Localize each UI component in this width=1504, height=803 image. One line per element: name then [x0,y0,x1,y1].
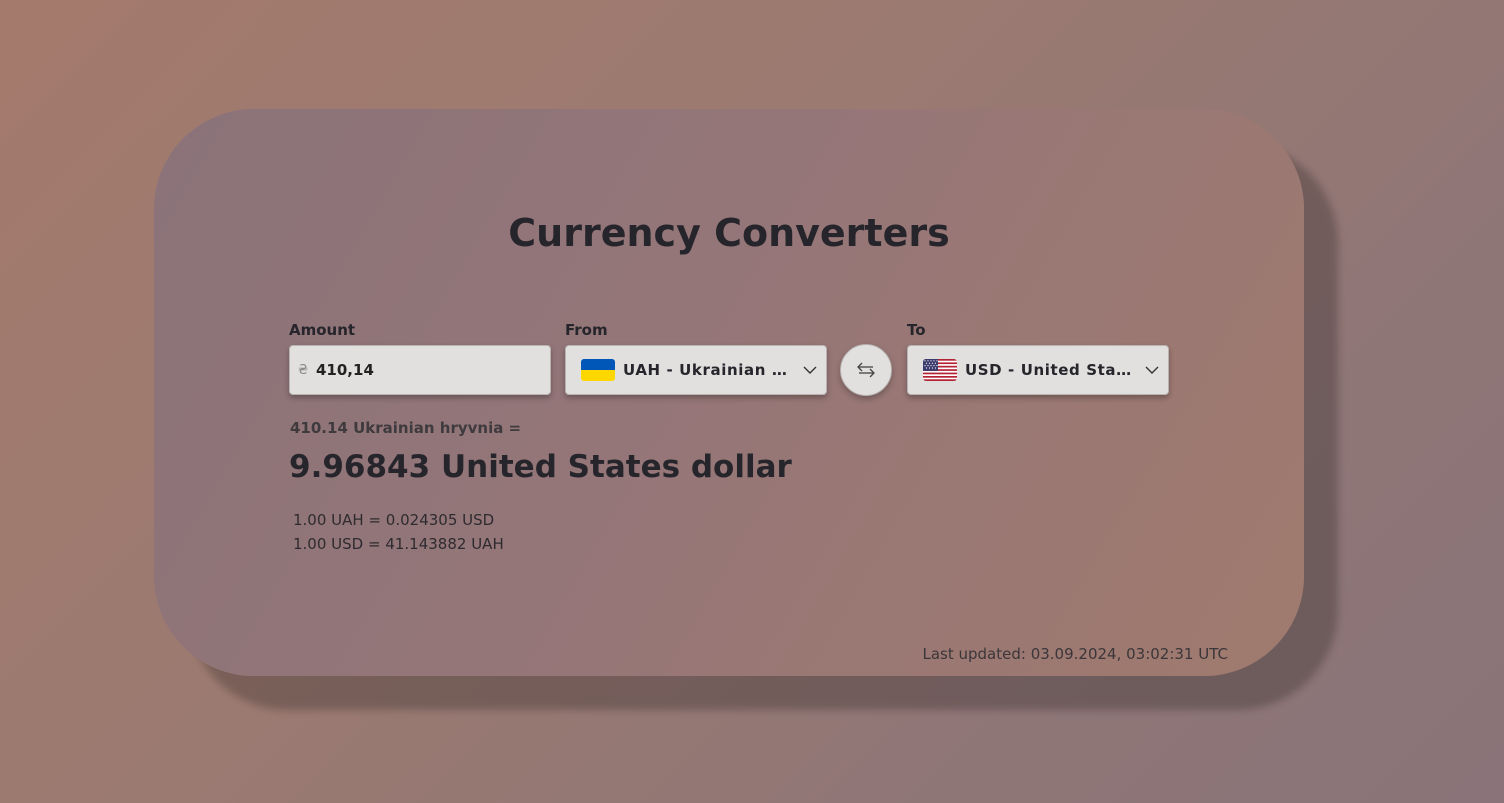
rate-usd-uah: 1.00 USD = 41.143882 UAH [293,535,504,553]
ukraine-flag-icon [581,359,615,381]
to-label: To [907,321,926,339]
from-currency-value: UAH - Ukrainian hryvnia [623,361,795,379]
hryvnia-symbol: ₴ [298,362,309,378]
conversion-source-text: 410.14 Ukrainian hryvnia = [290,419,522,437]
chevron-down-icon [1145,366,1159,374]
usa-flag-icon [923,359,957,381]
amount-label: Amount [289,321,356,339]
page-title: Currency Converters [508,211,950,255]
from-currency-select[interactable]: UAH - Ukrainian hryvnia [565,345,827,395]
from-label: From [565,321,608,339]
swap-currencies-button[interactable] [840,344,892,396]
amount-field[interactable]: ₴ [289,345,551,395]
to-currency-select[interactable]: USD - United States dollar [907,345,1169,395]
last-updated-text: Last updated: 03.09.2024, 03:02:31 UTC [922,645,1228,663]
amount-input[interactable] [316,361,536,379]
converter-card: Currency Converters Amount From To ₴ UAH… [154,109,1304,676]
conversion-result: 9.96843 United States dollar [289,449,792,485]
chevron-down-icon [803,366,817,374]
rate-uah-usd: 1.00 UAH = 0.024305 USD [293,511,495,529]
swap-arrows-icon [857,362,875,378]
to-currency-value: USD - United States dollar [965,361,1137,379]
